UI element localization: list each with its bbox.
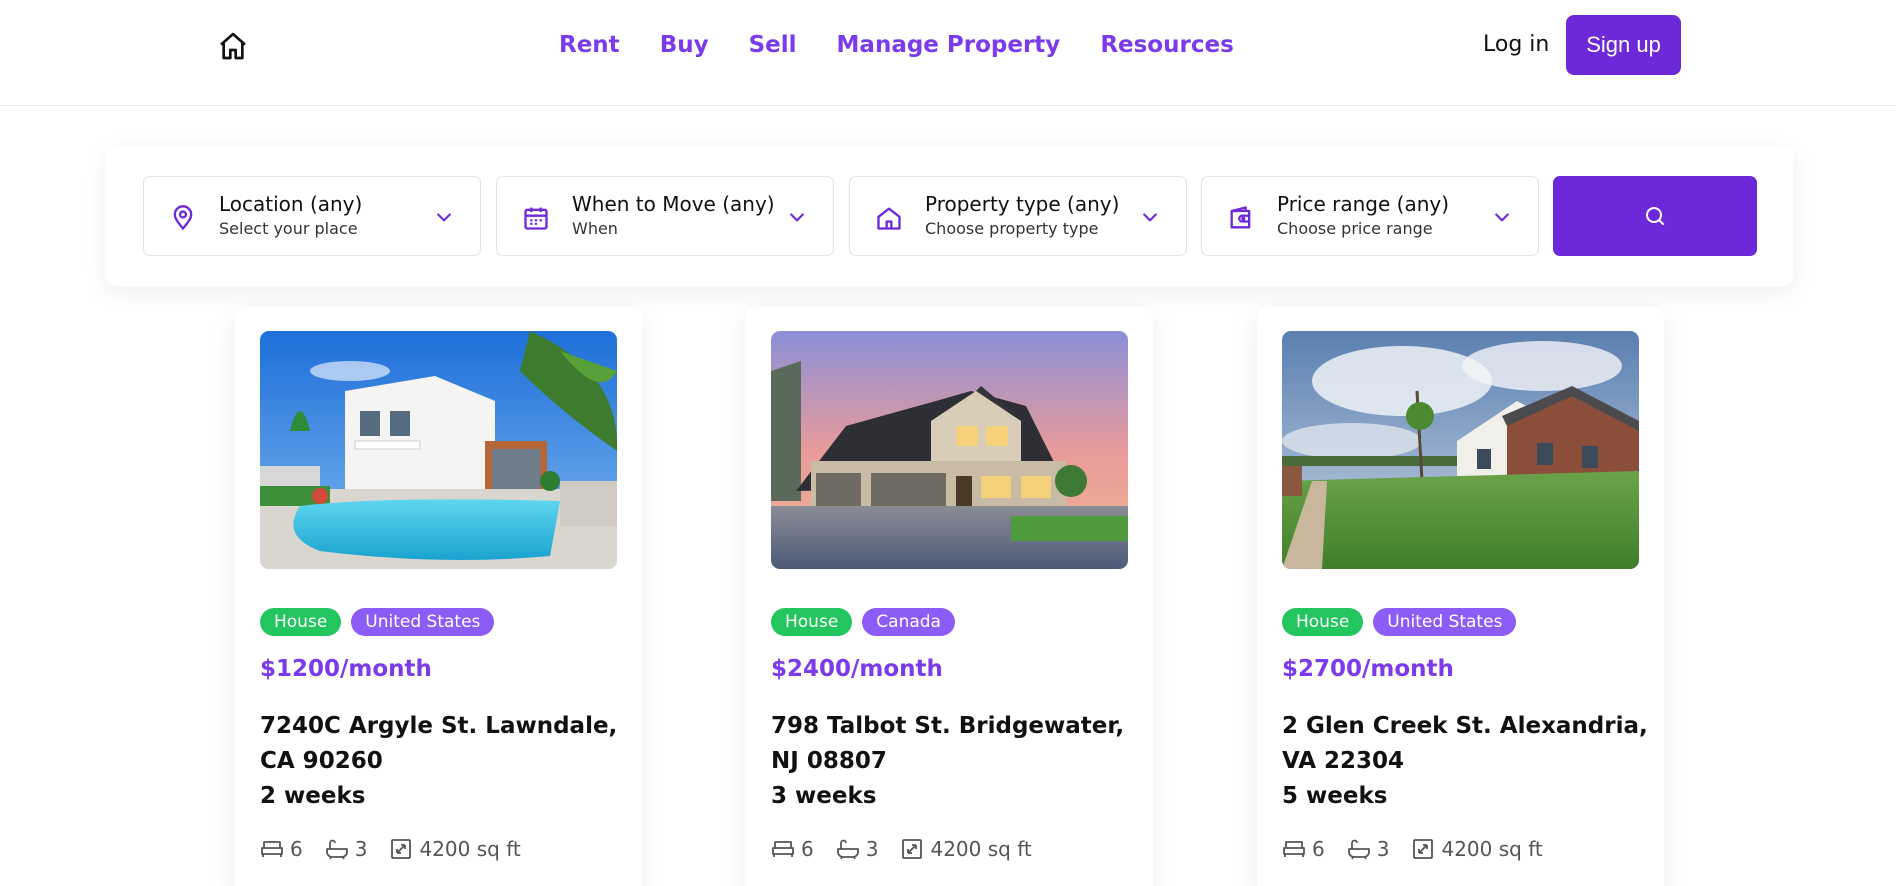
area-icon [902, 839, 923, 859]
baths-feature: 3 [325, 837, 368, 861]
listing-tags: House United States [260, 608, 495, 636]
main-nav: Rent Buy Sell Manage Property Resources [559, 28, 1234, 62]
baths-count: 3 [354, 837, 368, 861]
login-link[interactable]: Log in [1483, 28, 1549, 62]
chevron-down-icon [437, 213, 451, 222]
baths-count: 3 [1376, 837, 1390, 861]
country-badge: United States [1373, 608, 1517, 636]
area-feature: 4200 sq ft [389, 837, 521, 861]
bathtub-icon [836, 839, 859, 860]
beds-feature: 6 [260, 837, 303, 861]
area-size: 4200 sq ft [930, 837, 1032, 861]
beds-feature: 6 [1282, 837, 1325, 861]
nav-rent[interactable]: Rent [559, 28, 620, 62]
bed-icon [261, 841, 283, 857]
listing-photo [260, 331, 617, 569]
location-filter[interactable]: Location (any) Select your place [143, 176, 481, 256]
move-date-filter-subtitle: When [572, 219, 618, 238]
address-line-1: 7240C Argyle St. Lawndale, [260, 713, 618, 739]
address-line-1: 798 Talbot St. Bridgewater, [771, 713, 1125, 739]
listing-features: 6 3 4200 sq ft [771, 837, 1054, 861]
area-size: 4200 sq ft [419, 837, 521, 861]
listing-address[interactable]: 7240C Argyle St. Lawndale, CA 90260 2 we… [260, 709, 620, 814]
signup-button[interactable]: Sign up [1566, 15, 1681, 75]
search-panel: Location (any) Select your place When to… [106, 146, 1793, 286]
calendar-icon [524, 207, 548, 230]
wallet-icon [1230, 206, 1251, 229]
listing-card[interactable]: House Canada $2400/month 798 Talbot St. … [746, 307, 1153, 886]
area-icon [391, 839, 412, 859]
address-line-1: 2 Glen Creek St. Alexandria, [1282, 713, 1648, 739]
listing-address[interactable]: 798 Talbot St. Bridgewater, NJ 08807 3 w… [771, 709, 1131, 814]
listing-address[interactable]: 2 Glen Creek St. Alexandria, VA 22304 5 … [1282, 709, 1648, 814]
chevron-down-icon [790, 213, 804, 222]
map-pin-icon [173, 205, 193, 231]
listing-card[interactable]: House United States $2700/month 2 Glen C… [1257, 307, 1664, 886]
baths-count: 3 [865, 837, 879, 861]
beds-feature: 6 [771, 837, 814, 861]
address-line-2: NJ 08807 [771, 748, 887, 774]
listing-features: 6 3 4200 sq ft [1282, 837, 1565, 861]
price-range-filter[interactable]: Price range (any) Choose price range [1201, 176, 1539, 256]
area-feature: 4200 sq ft [1411, 837, 1543, 861]
nav-resources[interactable]: Resources [1100, 28, 1233, 62]
location-filter-subtitle: Select your place [219, 219, 358, 238]
area-feature: 4200 sq ft [900, 837, 1032, 861]
listing-photo [1282, 331, 1639, 569]
listing-duration: 2 weeks [260, 783, 366, 809]
bathtub-icon [325, 839, 348, 860]
property-type-filter[interactable]: Property type (any) Choose property type [849, 176, 1187, 256]
listing-duration: 3 weeks [771, 783, 877, 809]
property-type-filter-title: Property type (any) [925, 192, 1120, 216]
listing-price: $2400/month [771, 656, 943, 682]
property-type-badge: House [260, 608, 342, 636]
home-icon[interactable] [217, 30, 249, 62]
listing-duration: 5 weeks [1282, 783, 1388, 809]
address-line-2: VA 22304 [1282, 748, 1405, 774]
address-line-2: CA 90260 [260, 748, 383, 774]
listing-card[interactable]: House United States $1200/month 7240C Ar… [235, 307, 642, 886]
area-size: 4200 sq ft [1441, 837, 1543, 861]
baths-feature: 3 [1347, 837, 1390, 861]
top-navbar: Rent Buy Sell Manage Property Resources … [0, 0, 1896, 106]
listing-price: $2700/month [1282, 656, 1454, 682]
bed-icon [772, 841, 794, 857]
beds-count: 6 [1312, 837, 1325, 861]
baths-feature: 3 [836, 837, 879, 861]
search-button[interactable] [1553, 176, 1757, 256]
property-type-filter-subtitle: Choose property type [925, 219, 1099, 238]
property-type-badge: House [1282, 608, 1364, 636]
country-badge: Canada [862, 608, 955, 636]
listing-price: $1200/month [260, 656, 432, 682]
price-range-filter-subtitle: Choose price range [1277, 219, 1433, 238]
country-badge: United States [351, 608, 495, 636]
move-date-filter[interactable]: When to Move (any) When [496, 176, 834, 256]
house-icon [877, 207, 901, 230]
beds-count: 6 [290, 837, 303, 861]
listing-photo [771, 331, 1128, 569]
property-type-badge: House [771, 608, 853, 636]
move-date-filter-title: When to Move (any) [572, 192, 775, 216]
bathtub-icon [1347, 839, 1370, 860]
area-icon [1413, 839, 1434, 859]
chevron-down-icon [1143, 213, 1157, 222]
nav-buy[interactable]: Buy [660, 28, 709, 62]
nav-sell[interactable]: Sell [749, 28, 797, 62]
beds-count: 6 [801, 837, 814, 861]
bed-icon [1283, 841, 1305, 857]
location-filter-title: Location (any) [219, 192, 363, 216]
listing-tags: House United States [1282, 608, 1517, 636]
price-range-filter-title: Price range (any) [1277, 192, 1450, 216]
listing-features: 6 3 4200 sq ft [260, 837, 543, 861]
listing-tags: House Canada [771, 608, 955, 636]
nav-manage-property[interactable]: Manage Property [837, 28, 1061, 62]
chevron-down-icon [1495, 213, 1509, 222]
search-icon [1646, 207, 1664, 225]
